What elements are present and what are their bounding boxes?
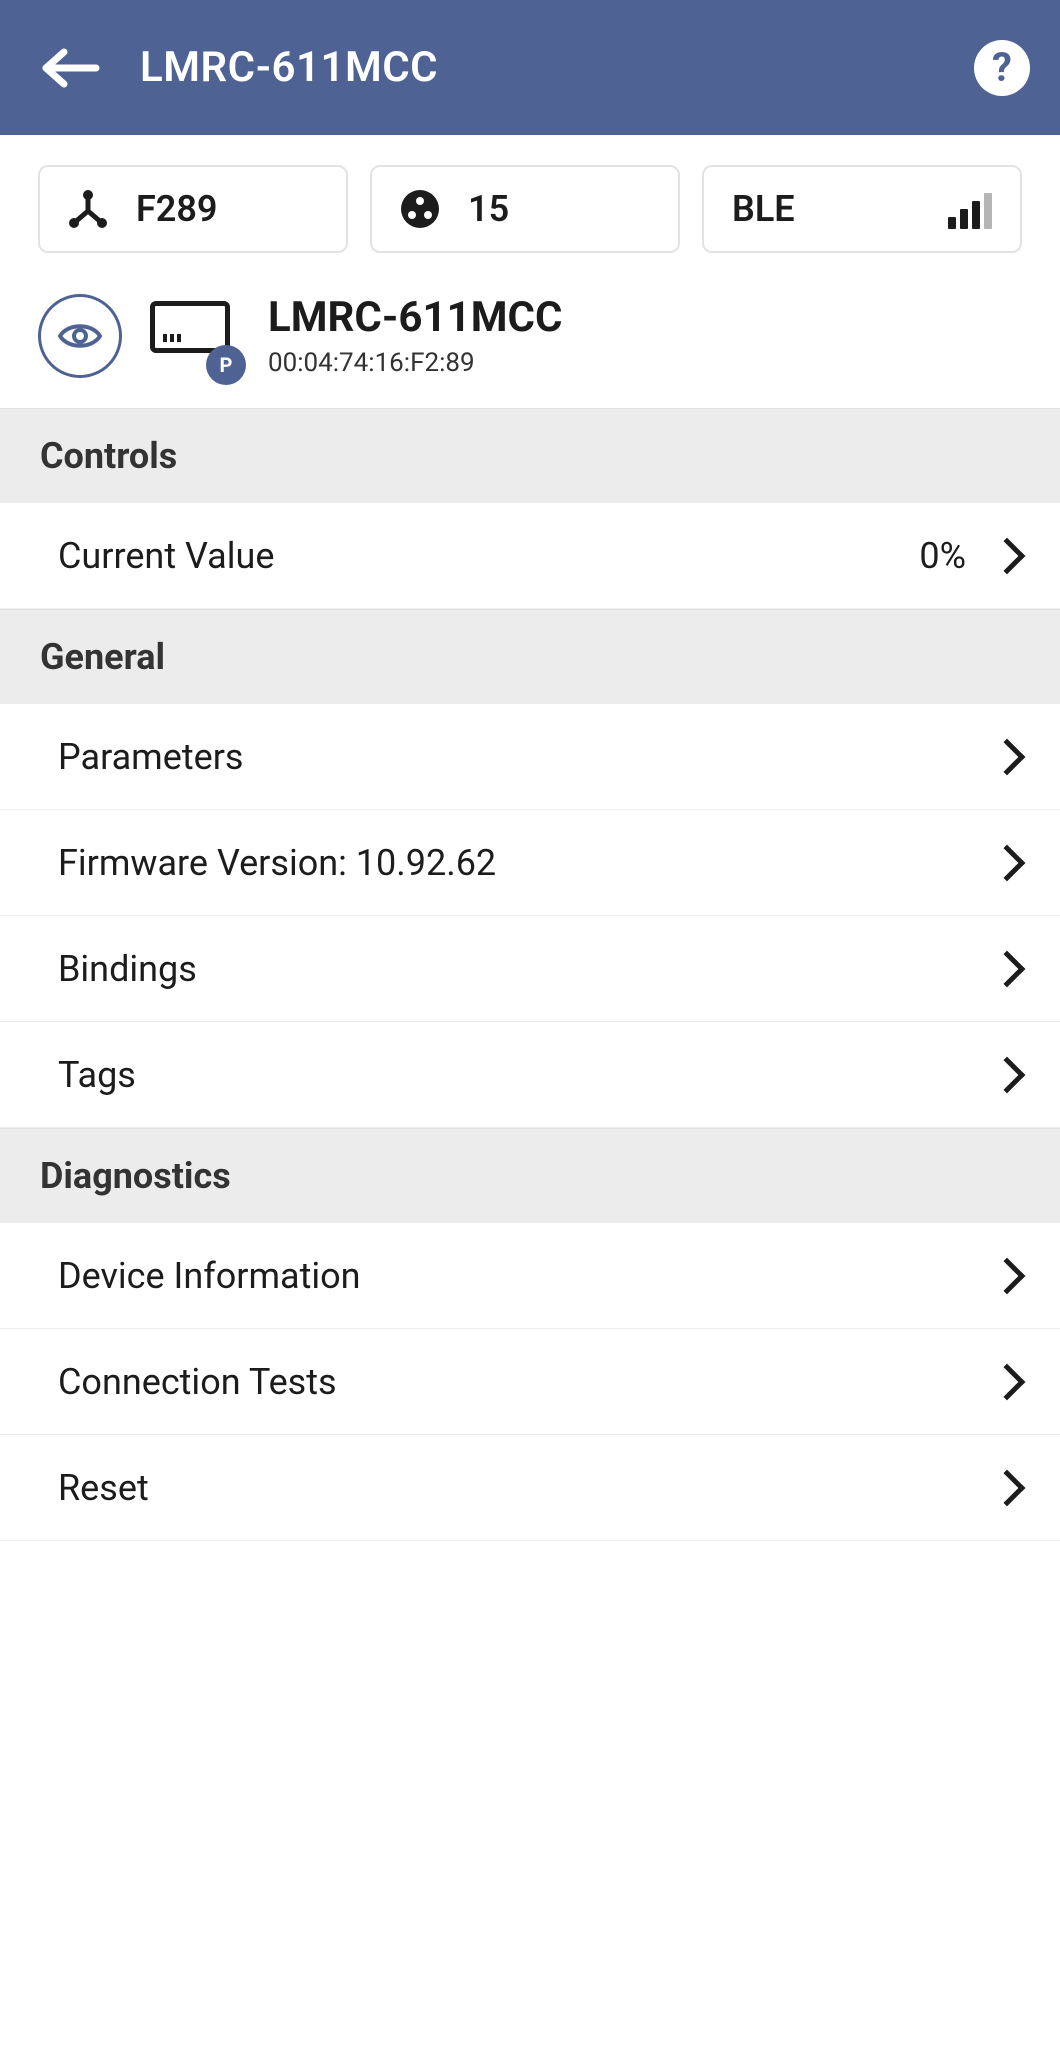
device-type-icon: P [150, 301, 240, 371]
device-badge: P [206, 345, 246, 385]
hub-tree-icon [68, 189, 108, 229]
device-mac-address: 00:04:74:16:F2:89 [268, 348, 562, 378]
row-device-information[interactable]: Device Information [0, 1223, 1060, 1329]
eye-icon [58, 321, 102, 351]
chevron-right-icon [989, 950, 1026, 987]
signal-strength-icon [948, 189, 992, 229]
help-button[interactable]: ? [974, 40, 1030, 96]
row-label: Tags [58, 1054, 136, 1096]
row-label: Parameters [58, 736, 243, 778]
row-tags[interactable]: Tags [0, 1022, 1060, 1128]
row-label: Bindings [58, 948, 197, 990]
chevron-right-icon [989, 1363, 1026, 1400]
row-current-value[interactable]: Current Value 0% [0, 503, 1060, 609]
app-header: LMRC-611MCC ? [0, 0, 1060, 135]
current-value-readout: 0% [919, 535, 966, 577]
chevron-right-icon [989, 738, 1026, 775]
row-label: Device Information [58, 1255, 361, 1297]
page-title: LMRC-611MCC [140, 43, 974, 92]
row-bindings[interactable]: Bindings [0, 916, 1060, 1022]
row-label: Firmware Version: 10.92.62 [58, 842, 496, 884]
channel-chip[interactable]: 15 [370, 165, 680, 253]
row-reset[interactable]: Reset [0, 1435, 1060, 1541]
row-label: Reset [58, 1467, 149, 1509]
arrow-left-icon [40, 48, 100, 88]
identify-device-button[interactable] [38, 294, 122, 378]
hub-chip-label: F289 [136, 188, 218, 230]
row-connection-tests[interactable]: Connection Tests [0, 1329, 1060, 1435]
device-name: LMRC-611MCC [268, 293, 562, 342]
chevron-right-icon [989, 1469, 1026, 1506]
chevron-right-icon [989, 537, 1026, 574]
connection-chip-label: BLE [732, 188, 795, 230]
chevron-right-icon [989, 1257, 1026, 1294]
group-workspaces-icon [400, 189, 440, 229]
row-label: Current Value [58, 535, 274, 577]
back-button[interactable] [40, 38, 100, 98]
question-mark-icon: ? [992, 44, 1012, 91]
row-firmware-version[interactable]: Firmware Version: 10.92.62 [0, 810, 1060, 916]
section-header-general: General [0, 609, 1060, 704]
channel-chip-label: 15 [468, 188, 509, 230]
device-identity-row: P LMRC-611MCC 00:04:74:16:F2:89 [0, 283, 1060, 408]
chevron-right-icon [989, 1056, 1026, 1093]
connection-chip[interactable]: BLE [702, 165, 1022, 253]
row-parameters[interactable]: Parameters [0, 704, 1060, 810]
chevron-right-icon [989, 844, 1026, 881]
hub-chip[interactable]: F289 [38, 165, 348, 253]
section-header-controls: Controls [0, 408, 1060, 503]
section-header-diagnostics: Diagnostics [0, 1128, 1060, 1223]
row-label: Connection Tests [58, 1361, 337, 1403]
status-chip-row: F289 15 BLE [0, 135, 1060, 283]
